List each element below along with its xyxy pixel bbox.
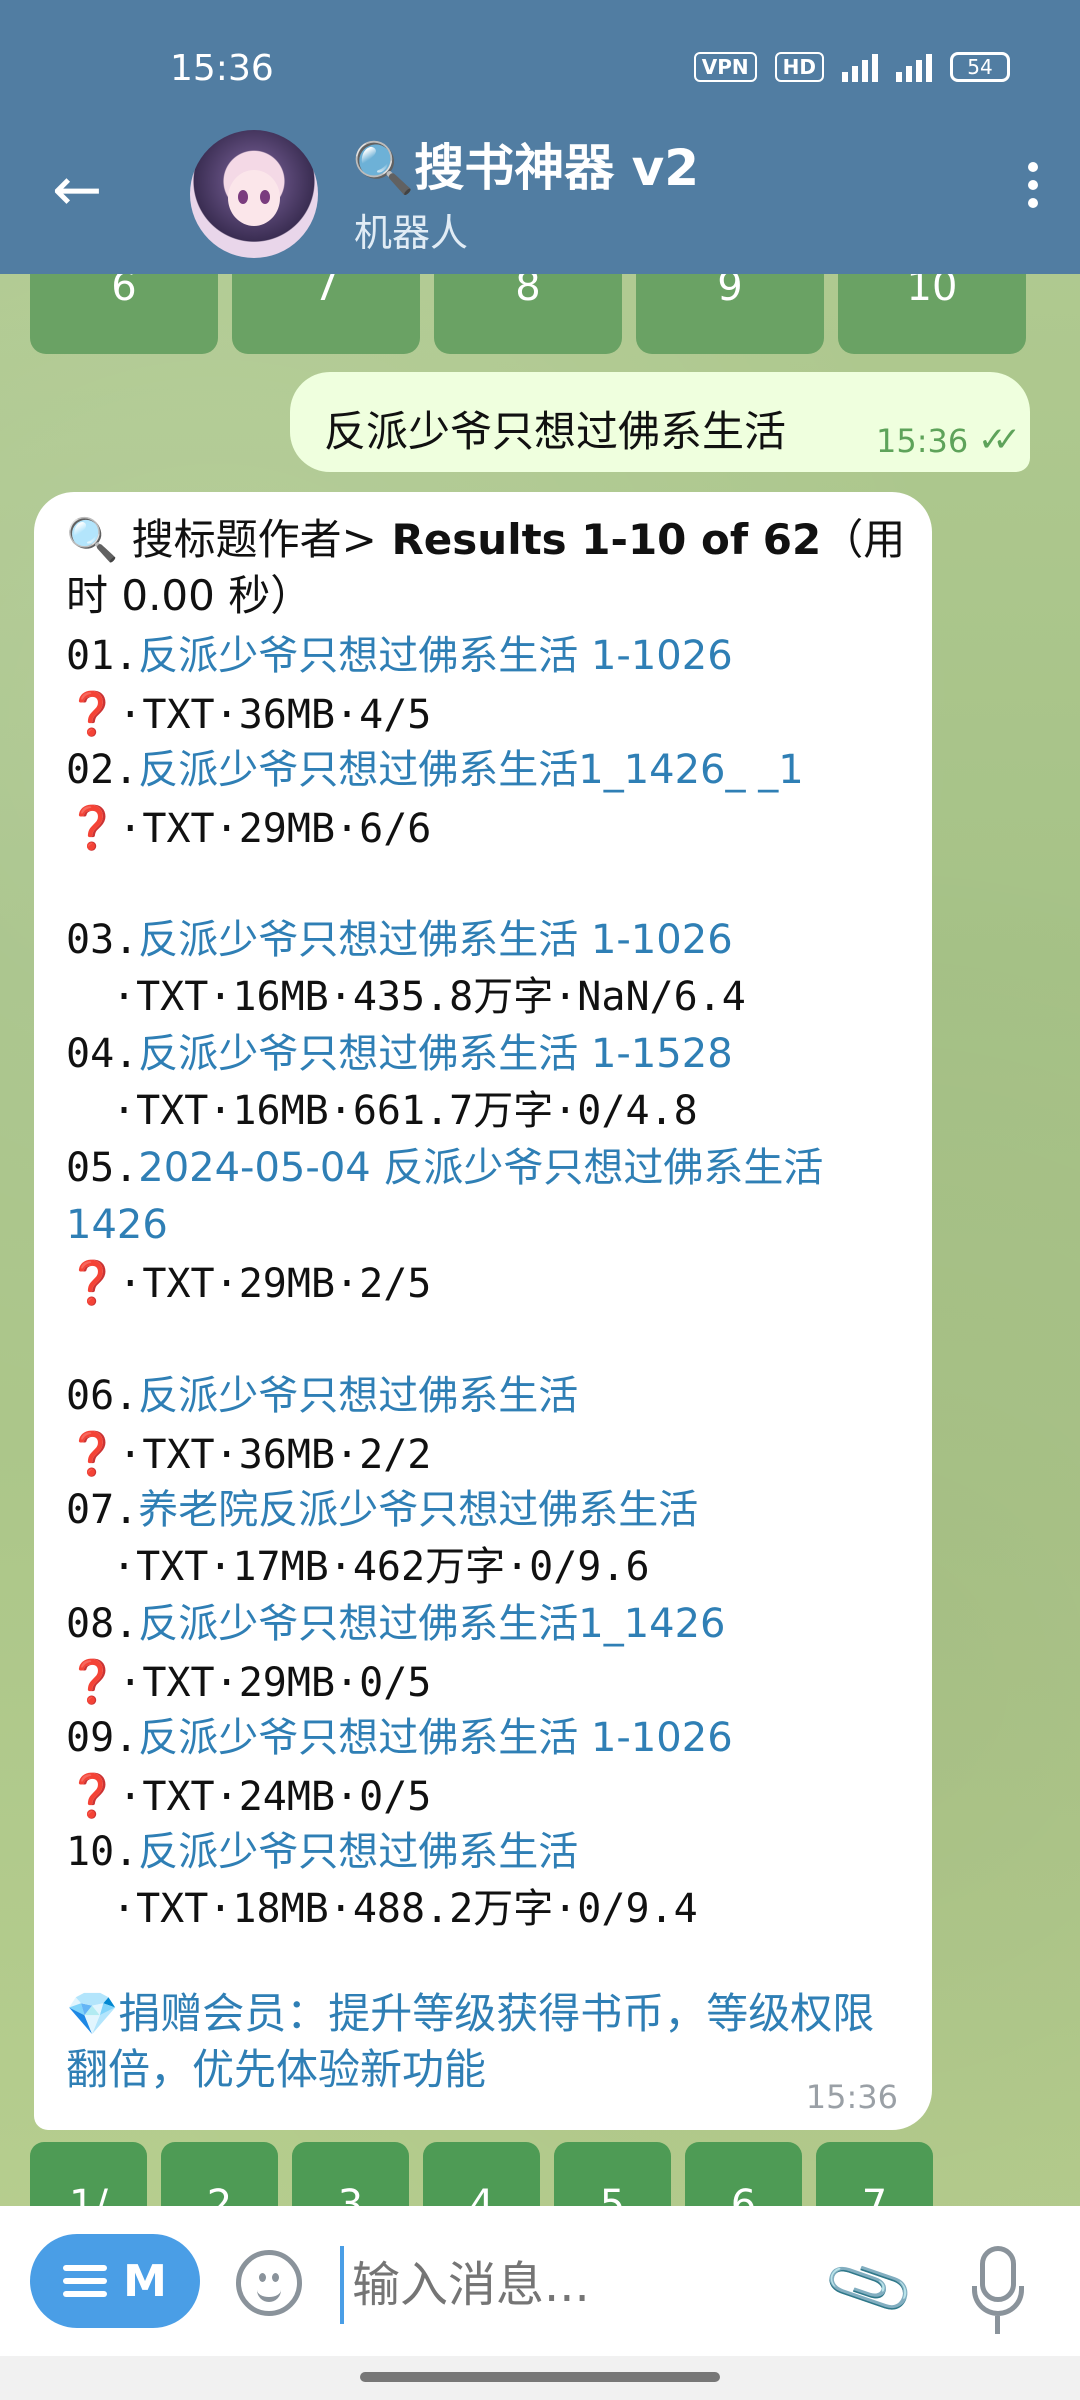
result-meta: ·TXT·29MB·6/6 xyxy=(118,806,432,852)
question-icon: ❓ xyxy=(66,1429,119,1478)
microphone-foot xyxy=(995,2316,1000,2334)
signal-5g-icon xyxy=(896,52,932,82)
results-header-prefix: 🔍 搜标题作者> xyxy=(66,515,377,564)
bot-menu-button[interactable]: M xyxy=(30,2234,200,2328)
status-icons: VPN HD 54 xyxy=(693,52,1010,82)
hd-icon: HD xyxy=(774,52,824,82)
battery-icon: 54 xyxy=(950,52,1010,82)
result-link[interactable]: 反派少爷只想过佛系生活 xyxy=(138,1373,578,1419)
result-item: 06.反派少爷只想过佛系生活 ❓·TXT·36MB·2/2 xyxy=(66,1368,916,1484)
result-meta: ·TXT·36MB·4/5 xyxy=(118,692,432,738)
question-icon: ❓ xyxy=(66,1771,119,1820)
back-arrow-icon[interactable]: ← xyxy=(52,160,102,220)
avatar-face xyxy=(228,170,280,226)
result-item: 09.反派少爷只想过佛系生活 1-1026 ❓·TXT·24MB·0/5 xyxy=(66,1710,916,1826)
incoming-message[interactable]: 🔍 搜标题作者> Results 1-10 of 62（用时 0.00 秒） 0… xyxy=(34,492,932,2130)
result-link[interactable]: 2024-05-04 反派少爷只想过佛系生活1426 xyxy=(66,1145,823,1248)
result-meta: ·TXT·17MB·462万字·0/9.6 xyxy=(112,1544,650,1590)
result-link[interactable]: 反派少爷只想过佛系生活1_1426_ _1 xyxy=(138,747,803,793)
result-number: 04. xyxy=(66,1031,139,1077)
result-item: 07.养老院反派少爷只想过佛系生活 ·TXT·17MB·462万字·0/9.6 xyxy=(66,1482,916,1596)
avatar-eye xyxy=(260,190,270,204)
question-icon: ❓ xyxy=(66,803,119,852)
result-meta: ·TXT·16MB·661.7万字·0/4.8 xyxy=(112,1088,698,1134)
message-time: 15:36 xyxy=(876,422,969,460)
result-link[interactable]: 反派少爷只想过佛系生活 1-1026 xyxy=(138,633,732,679)
result-number: 10. xyxy=(66,1829,139,1875)
microphone-stand xyxy=(972,2286,1024,2316)
result-link[interactable]: 反派少爷只想过佛系生活 1-1026 xyxy=(138,917,732,963)
result-meta: ·TXT·29MB·0/5 xyxy=(118,1660,432,1706)
chat-title[interactable]: 🔍搜书神器 v2 xyxy=(352,128,699,200)
result-item: 10.反派少爷只想过佛系生活 ·TXT·18MB·488.2万字·0/9.4 xyxy=(66,1824,916,1938)
attach-paperclip-icon[interactable]: 📎 xyxy=(819,2238,920,2337)
question-icon: ❓ xyxy=(66,1258,119,1307)
outgoing-message[interactable]: 反派少爷只想过佛系生活 15:36 ✓✓ xyxy=(290,372,1030,472)
menu-lines-icon xyxy=(63,2258,108,2304)
result-item: 04.反派少爷只想过佛系生活 1-1528 ·TXT·16MB·661.7万字·… xyxy=(66,1026,916,1140)
result-meta: ·TXT·24MB·0/5 xyxy=(118,1774,432,1820)
result-number: 09. xyxy=(66,1715,139,1761)
result-meta: ·TXT·16MB·435.8万字·NaN/6.4 xyxy=(112,974,746,1020)
result-meta: ·TXT·18MB·488.2万字·0/9.4 xyxy=(112,1886,698,1932)
double-check-icon: ✓✓ xyxy=(978,420,1021,460)
result-link[interactable]: 反派少爷只想过佛系生活 1-1528 xyxy=(138,1031,732,1077)
result-meta: ·TXT·29MB·2/5 xyxy=(118,1261,432,1307)
result-number: 02. xyxy=(66,747,139,793)
signal-4g-icon xyxy=(842,52,878,82)
system-nav-bar xyxy=(0,2356,1080,2400)
question-icon: ❓ xyxy=(66,689,119,738)
result-number: 08. xyxy=(66,1601,139,1647)
emoji-icon[interactable] xyxy=(236,2250,302,2316)
result-number: 03. xyxy=(66,917,139,963)
menu-button-label: M xyxy=(123,2255,167,2307)
question-icon: ❓ xyxy=(66,1657,119,1706)
avatar-eye xyxy=(238,190,248,204)
home-handle[interactable] xyxy=(360,2372,720,2382)
result-item: 08.反派少爷只想过佛系生活1_1426 ❓·TXT·29MB·0/5 xyxy=(66,1596,916,1712)
message-text: 反派少爷只想过佛系生活 xyxy=(324,407,787,456)
message-input[interactable] xyxy=(340,2246,814,2324)
results-header: 🔍 搜标题作者> Results 1-10 of 62（用时 0.00 秒） xyxy=(66,512,906,624)
result-number: 05. xyxy=(66,1145,139,1191)
chat-subtitle: 机器人 xyxy=(354,211,469,255)
result-link[interactable]: 反派少爷只想过佛系生活 xyxy=(138,1829,578,1875)
result-number: 06. xyxy=(66,1373,139,1419)
message-time: 15:36 xyxy=(805,2078,898,2116)
vpn-icon: VPN xyxy=(693,52,757,82)
status-time: 15:36 xyxy=(170,48,274,89)
result-item: 05.2024-05-04 反派少爷只想过佛系生活1426 ❓·TXT·29MB… xyxy=(66,1140,916,1313)
result-number: 01. xyxy=(66,633,139,679)
result-item: 01.反派少爷只想过佛系生活 1-1026 ❓·TXT·36MB·4/5 xyxy=(66,628,916,744)
chat-header: 15:36 VPN HD 54 ← 🔍搜书神器 v2 机器人 xyxy=(0,0,1080,274)
result-link[interactable]: 反派少爷只想过佛系生活 1-1026 xyxy=(138,1715,732,1761)
donate-link[interactable]: 💎捐赠会员：提升等级获得书币，等级权限翻倍，优先体验新功能 xyxy=(66,1986,906,2098)
result-item: 03.反派少爷只想过佛系生活 1-1026 ·TXT·16MB·435.8万字·… xyxy=(66,912,916,1026)
results-header-count: Results 1-10 of 62 xyxy=(376,515,822,564)
result-meta: ·TXT·36MB·2/2 xyxy=(118,1432,432,1478)
result-link[interactable]: 养老院反派少爷只想过佛系生活 xyxy=(138,1487,698,1533)
more-vertical-icon[interactable] xyxy=(1028,162,1040,212)
avatar[interactable] xyxy=(190,130,318,258)
result-link[interactable]: 反派少爷只想过佛系生活1_1426 xyxy=(138,1601,725,1647)
result-number: 07. xyxy=(66,1487,139,1533)
result-item: 02.反派少爷只想过佛系生活1_1426_ _1 ❓·TXT·29MB·6/6 xyxy=(66,742,916,858)
